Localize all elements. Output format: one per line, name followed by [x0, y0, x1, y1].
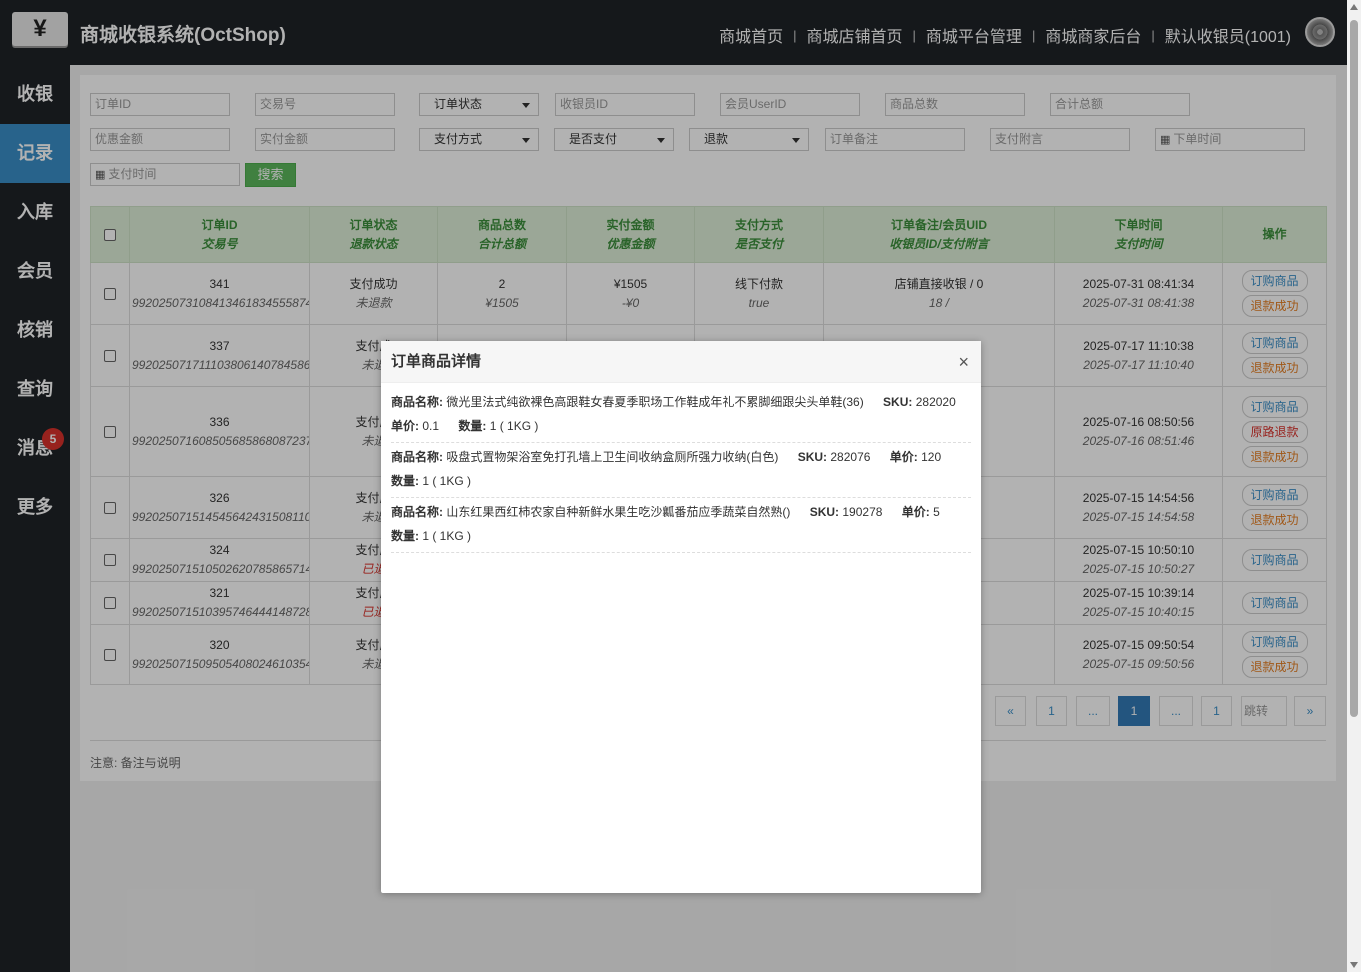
item-sku-label: SKU:	[797, 450, 828, 464]
item-name: 山东红果西红柿农家自种新鲜水果生吃沙瓤番茄应季蔬菜自然熟()	[446, 505, 791, 519]
item-sku-label: SKU:	[809, 505, 840, 519]
close-icon[interactable]: ×	[958, 341, 969, 383]
item-sku: 282020	[915, 395, 956, 409]
order-item: 商品名称: 吸盘式置物架浴室免打孔墙上卫生间收纳盒厕所强力收纳(白色) SKU:…	[391, 443, 971, 498]
item-price: 0.1	[422, 419, 440, 433]
item-price: 120	[921, 450, 942, 464]
order-items-modal: 订单商品详情 × 商品名称: 微光里法式纯欲裸色高跟鞋女春夏季职场工作鞋成年礼不…	[381, 341, 981, 893]
item-name-label: 商品名称:	[391, 450, 443, 464]
item-qty: 1 ( 1KG )	[489, 419, 539, 433]
item-price-label: 单价:	[901, 505, 930, 519]
order-item: 商品名称: 微光里法式纯欲裸色高跟鞋女春夏季职场工作鞋成年礼不累脚细跟尖头单鞋(…	[391, 388, 971, 443]
item-sku-label: SKU:	[883, 395, 913, 409]
item-name: 吸盘式置物架浴室免打孔墙上卫生间收纳盒厕所强力收纳(白色)	[446, 450, 779, 464]
order-item: 商品名称: 山东红果西红柿农家自种新鲜水果生吃沙瓤番茄应季蔬菜自然熟() SKU…	[391, 498, 971, 553]
item-qty: 1 ( 1KG )	[422, 474, 472, 488]
item-name-label: 商品名称:	[391, 395, 443, 409]
item-name-label: 商品名称:	[391, 505, 443, 519]
item-price-label: 单价:	[889, 450, 918, 464]
modal-title: 订单商品详情	[391, 353, 482, 370]
scroll-down-icon[interactable]	[1350, 962, 1358, 968]
item-sku: 282076	[830, 450, 871, 464]
scroll-thumb[interactable]	[1350, 20, 1358, 717]
page-scrollbar[interactable]	[1347, 0, 1361, 972]
item-price-label: 单价:	[391, 419, 419, 433]
item-qty-label: 数量:	[458, 419, 487, 433]
item-qty-label: 数量:	[391, 529, 419, 543]
item-sku: 190278	[842, 505, 883, 519]
modal-header: 订单商品详情 ×	[381, 341, 981, 383]
item-qty-label: 数量:	[391, 474, 419, 488]
modal-body: 商品名称: 微光里法式纯欲裸色高跟鞋女春夏季职场工作鞋成年礼不累脚细跟尖头单鞋(…	[381, 383, 981, 558]
item-name: 微光里法式纯欲裸色高跟鞋女春夏季职场工作鞋成年礼不累脚细跟尖头单鞋(36)	[446, 395, 864, 409]
item-price: 5	[933, 505, 940, 519]
scroll-up-icon[interactable]	[1350, 4, 1358, 10]
item-qty: 1 ( 1KG )	[422, 529, 472, 543]
